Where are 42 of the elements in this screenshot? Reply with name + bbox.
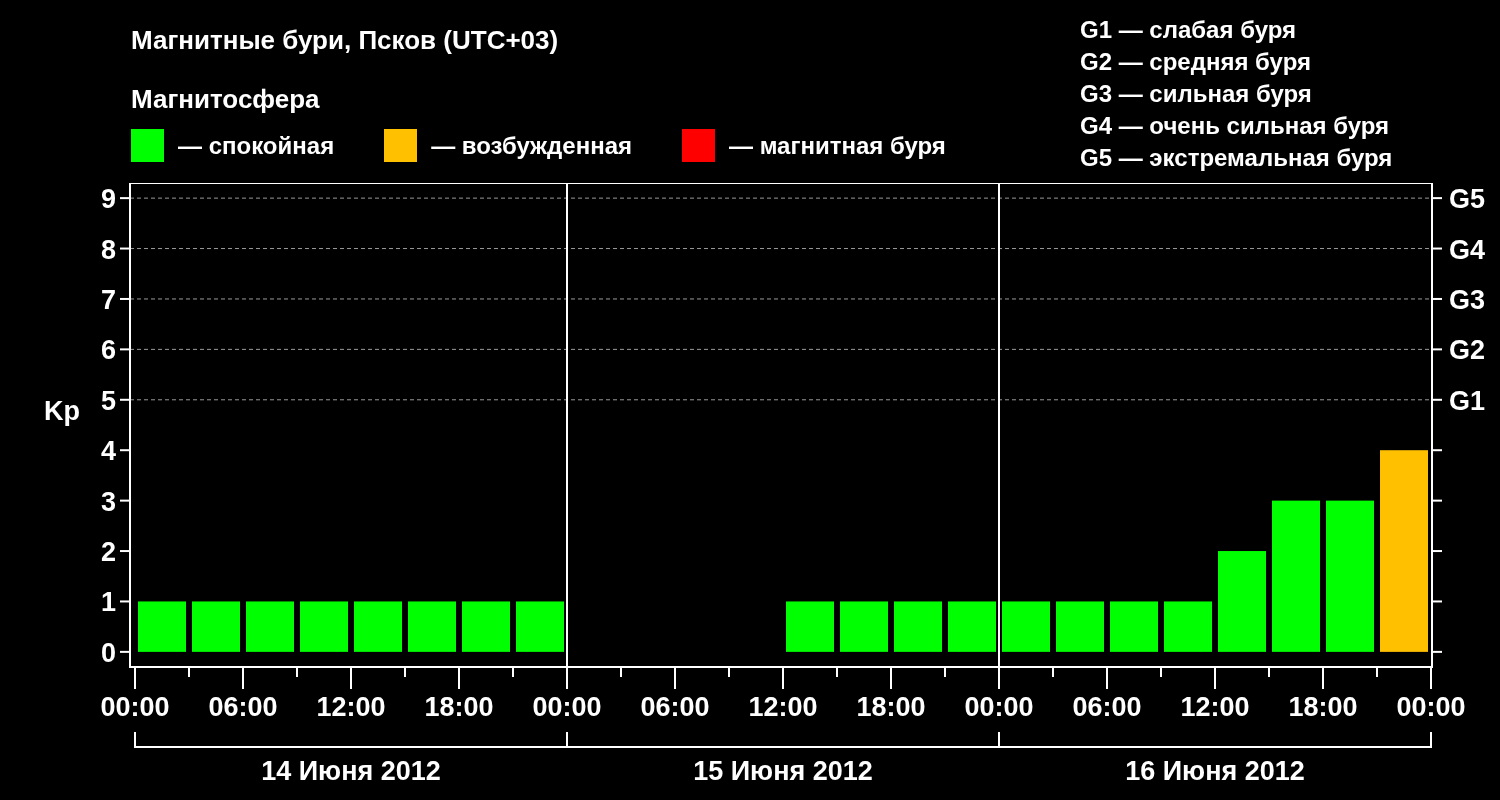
legend-label: — спокойная [178,131,335,160]
x-tick-label: 12:00 [316,692,386,722]
x-tick-label: 06:00 [208,692,278,722]
x-tick-label: 06:00 [1072,692,1142,722]
x-tick-label: 00:00 [964,692,1034,722]
storm-scale-entry: G2 — средняя буря [1080,47,1312,77]
y-tick-label: 6 [100,335,116,366]
storm-scale-entry: G3 — сильная буря [1080,79,1313,109]
y-tick-label: 0 [100,637,116,668]
legend-label: — возбужденная [431,131,632,160]
date-label: 14 Июня 2012 [261,756,441,786]
date-label: 15 Июня 2012 [693,756,873,786]
storm-level-label: G1 [1449,385,1486,416]
y-tick-label: 2 [100,537,116,568]
x-tick-label: 00:00 [100,692,170,722]
y-tick-label: 7 [100,284,116,315]
y-tick-label: 3 [100,486,116,517]
y-tick-label: 5 [100,385,116,416]
y-axis-label: Kp [44,395,80,426]
storm-level-label: G4 [1449,234,1486,265]
date-label: 16 Июня 2012 [1125,756,1305,786]
storm-level-label: G5 [1449,184,1486,215]
x-tick-label: 12:00 [1180,692,1250,722]
y-tick-label: 1 [100,587,116,618]
storm-level-label: G3 [1449,284,1486,315]
y-tick-label: 4 [100,436,116,467]
legend-heading: Магнитосфера [131,84,321,114]
y-tick-label: 8 [100,234,116,265]
chart-title: Магнитные бури, Псков (UTC+03) [131,25,560,55]
x-tick-label: 18:00 [856,692,926,722]
storm-level-label: G2 [1449,335,1486,366]
x-tick-label: 18:00 [424,692,494,722]
storm-scale-entry: G5 — экстремальная буря [1080,143,1394,173]
x-tick-label: 06:00 [640,692,710,722]
legend-label: — магнитная буря [729,131,946,160]
x-tick-label: 00:00 [532,692,602,722]
y-tick-label: 9 [100,184,116,215]
x-tick-label: 12:00 [748,692,818,722]
storm-scale-entry: G4 — очень сильная буря [1080,111,1391,141]
x-tick-label: 18:00 [1288,692,1358,722]
storm-scale-entry: G1 — слабая буря [1080,15,1298,45]
x-tick-label: 00:00 [1396,692,1466,722]
